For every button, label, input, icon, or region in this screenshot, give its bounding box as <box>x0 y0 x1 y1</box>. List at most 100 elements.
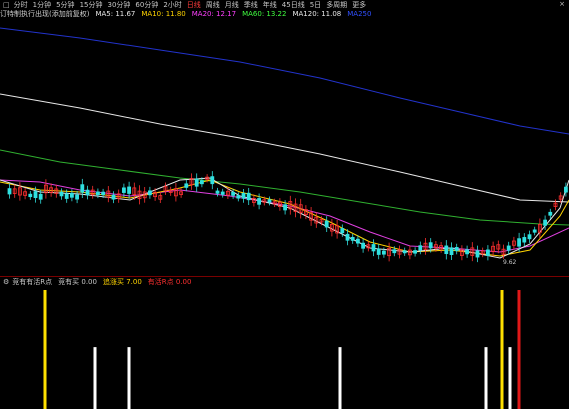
candle-body <box>122 187 126 193</box>
candle-body <box>111 194 116 200</box>
period-tab[interactable]: 15分钟 <box>80 1 103 9</box>
candle-body <box>381 250 386 255</box>
period-tab[interactable]: 60分钟 <box>135 1 158 9</box>
candle-body <box>96 191 100 196</box>
candle-body <box>194 178 199 187</box>
close-icon[interactable]: × <box>559 0 565 8</box>
candle-body <box>147 190 152 196</box>
candle-body <box>59 191 64 197</box>
candle-body <box>413 250 418 254</box>
candle-body <box>215 190 220 194</box>
period-tab[interactable]: 45日线 <box>282 1 305 9</box>
signal-bar <box>484 347 488 409</box>
candle-body <box>355 238 360 244</box>
ma-line <box>0 149 569 226</box>
candle-body <box>210 176 215 185</box>
signal-bar <box>43 290 47 409</box>
signal-bar <box>508 347 512 409</box>
candle-body <box>28 193 33 198</box>
candle-body <box>428 242 433 249</box>
candle-body <box>33 191 38 199</box>
price-chart <box>0 27 569 263</box>
period-tab[interactable]: 更多 <box>352 1 366 9</box>
candle-body <box>485 249 490 256</box>
indicator-panel <box>43 290 521 409</box>
candle-body <box>38 193 43 200</box>
period-tab[interactable]: 分时 <box>14 1 28 9</box>
candle-body <box>340 228 345 234</box>
low-price-label: 9.62 <box>503 259 517 266</box>
candle-body <box>454 247 459 252</box>
settings-icon[interactable]: ⚙ <box>3 278 9 286</box>
indicator-legend-bar: ⚙ 竞有有活R点 竞有买 0.00 追涨买 7.00 有活R点 0.00 <box>0 277 569 286</box>
signal-bar <box>127 347 131 409</box>
ma-legend-item: MA5: 11.67 <box>95 9 136 18</box>
candle-body <box>402 250 407 254</box>
ma-legend-bar: 订特制执行出现(添加前复权) MA5: 11.67 MA10: 11.80 MA20… <box>0 9 569 18</box>
candle-body <box>101 191 105 196</box>
window-icon[interactable]: □ <box>3 1 10 9</box>
candle-body <box>80 184 85 193</box>
candle-body <box>246 192 251 201</box>
indicator-legend-item: 有活R点 0.00 <box>147 277 192 286</box>
candle-body <box>522 237 527 243</box>
signal-bar <box>517 290 521 409</box>
ma-legend-item: MA250 <box>347 9 372 18</box>
ma-legend-item: MA60: 13.22 <box>242 9 287 18</box>
candle-body <box>267 199 272 203</box>
candle-body <box>345 233 350 241</box>
period-tab[interactable]: 月线 <box>225 1 239 9</box>
candle-body <box>70 192 74 198</box>
candle-body <box>85 189 90 196</box>
period-tab[interactable]: 30分钟 <box>107 1 130 9</box>
period-tab[interactable]: 日线 <box>187 1 201 9</box>
signal-bar <box>93 347 97 409</box>
ma-legend-items: MA5: 11.67 MA10: 11.80 MA20: 12.17 MA60: 13… <box>95 10 377 18</box>
candle-body <box>564 186 568 193</box>
period-tab[interactable]: 季线 <box>244 1 258 9</box>
period-tab[interactable]: 多周期 <box>326 1 347 9</box>
candle-body <box>127 186 131 194</box>
candle-body <box>444 245 449 255</box>
candle-body <box>392 249 397 254</box>
ma-line <box>0 179 569 253</box>
candle-body <box>220 191 225 195</box>
candle-body <box>543 219 547 226</box>
indicator-title: 竞有有活R点 <box>12 277 53 286</box>
candle-body <box>376 248 381 255</box>
period-tab[interactable]: 2小时 <box>163 1 181 9</box>
candle-body <box>236 195 241 199</box>
indicator-legend-item: 竞有买 0.00 <box>58 277 97 286</box>
candle-body <box>475 250 480 258</box>
candle-body <box>418 245 423 251</box>
candle-body <box>350 236 355 241</box>
period-tab[interactable]: 周线 <box>206 1 220 9</box>
candle-body <box>517 238 521 247</box>
candle-body <box>184 183 189 188</box>
period-tab[interactable]: 年线 <box>263 1 277 9</box>
ma-legend-item: MA20: 12.17 <box>191 9 237 18</box>
indicator-legend-item: 追涨买 7.00 <box>102 277 142 286</box>
candle-body <box>548 211 553 216</box>
candle-body <box>257 198 262 205</box>
period-tab[interactable]: 1分钟 <box>33 1 51 9</box>
candle-body <box>527 234 532 240</box>
signal-bar <box>338 347 342 409</box>
candle-body <box>506 245 511 251</box>
candle-body <box>75 194 79 200</box>
candle-body <box>361 242 366 249</box>
period-tab[interactable]: 5分钟 <box>56 1 74 9</box>
ma-line <box>0 27 569 135</box>
ma-line <box>0 93 569 203</box>
candle-body <box>449 247 454 255</box>
candle-body <box>64 193 69 199</box>
ma-legend-item: MA10: 11.80 <box>141 9 186 18</box>
indicator-legend-items: 竞有买 0.00 追涨买 7.00 有活R点 0.00 <box>58 277 197 287</box>
candle-body <box>371 244 376 252</box>
candle-body <box>324 220 329 228</box>
period-tab[interactable]: 5日 <box>310 1 321 9</box>
candle-body <box>532 229 537 233</box>
candle-body <box>199 180 204 185</box>
candle-body <box>231 191 236 196</box>
candle-body <box>241 193 246 199</box>
